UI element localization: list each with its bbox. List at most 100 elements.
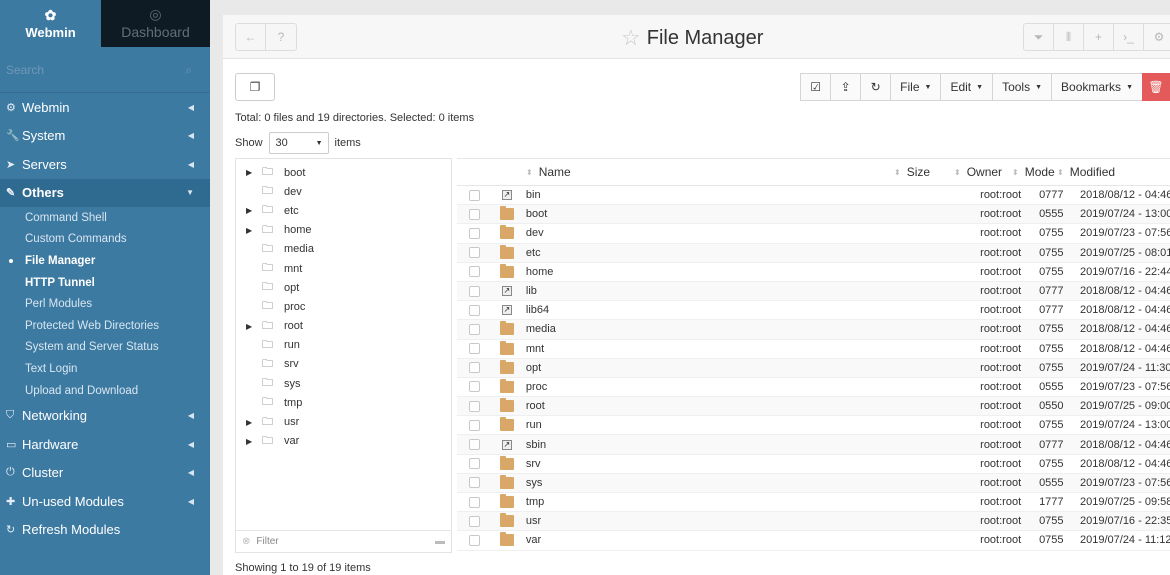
file-menu-button[interactable]: File ▼ — [890, 73, 941, 101]
tree-item[interactable]: 🗀 sys — [236, 374, 451, 393]
tree-item[interactable]: 🗀 mnt — [236, 259, 451, 278]
sidebar-subitem-protected-web-directories[interactable]: Protected Web Directories — [0, 315, 210, 337]
sidebar-subitem-upload-and-download[interactable]: Upload and Download — [0, 380, 210, 402]
tree-item[interactable]: 🗀 media — [236, 240, 451, 259]
row-checkbox[interactable] — [468, 323, 480, 335]
tree-item[interactable]: ▶ 🗀 var — [236, 432, 451, 451]
row-checkbox[interactable] — [468, 208, 480, 220]
filter-button[interactable]: ⏷ — [1024, 24, 1054, 50]
tree-item[interactable]: ▶ 🗀 usr — [236, 412, 451, 431]
table-row[interactable]: var root:root 0755 2019/07/24 - 11:12:58 — [457, 531, 1170, 551]
table-row[interactable]: ↗ lib64 root:root 0777 2018/08/12 - 04:46:14 — [457, 301, 1170, 321]
tree-filter[interactable]: ⊗ Filter ▬ — [236, 530, 451, 552]
row-name[interactable]: bin — [522, 189, 910, 201]
row-name[interactable]: sys — [522, 477, 910, 489]
row-name[interactable]: run — [522, 419, 910, 431]
row-name[interactable]: var — [522, 534, 910, 546]
sidebar-subitem-http-tunnel[interactable]: HTTP Tunnel — [0, 272, 210, 294]
row-checkbox[interactable] — [468, 534, 480, 546]
row-name[interactable]: proc — [522, 381, 910, 393]
tree-item[interactable]: ▶ 🗀 boot — [236, 163, 451, 182]
table-row[interactable]: home root:root 0755 2019/07/16 - 22:44:13 — [457, 263, 1170, 282]
delete-button[interactable]: 🗑 — [1142, 73, 1170, 101]
table-row[interactable]: ↗ bin root:root 0777 2018/08/12 - 04:46:14 — [457, 186, 1170, 206]
tree-item[interactable]: ▶ 🗀 home — [236, 221, 451, 240]
sidebar-item-system[interactable]: 🔧 System ◀ — [0, 122, 210, 151]
sidebar-subitem-custom-commands[interactable]: Custom Commands — [0, 229, 210, 251]
column-modified[interactable]: ⬍ Modified — [1057, 165, 1115, 179]
row-name[interactable]: lib64 — [522, 304, 910, 316]
sidebar-subitem-perl-modules[interactable]: Perl Modules — [0, 293, 210, 315]
row-checkbox[interactable] — [468, 189, 480, 201]
sidebar-item-others[interactable]: ✎ Others ▼ — [0, 178, 210, 207]
caret-right-icon[interactable]: ▶ — [246, 226, 262, 235]
sidebar-item-cluster[interactable]: ⏻ Cluster ◀ — [0, 458, 210, 487]
table-row[interactable]: etc root:root 0755 2019/07/25 - 08:01:50 — [457, 243, 1170, 263]
caret-right-icon[interactable]: ▶ — [246, 168, 262, 177]
row-name[interactable]: boot — [522, 208, 910, 220]
sidebar-item-webmin[interactable]: ⚙ Webmin ◀ — [0, 93, 210, 122]
table-row[interactable]: mnt root:root 0755 2018/08/12 - 04:46:14 — [457, 340, 1170, 359]
caret-right-icon[interactable]: ▶ — [246, 322, 262, 331]
back-button[interactable]: ← — [236, 24, 266, 50]
row-name[interactable]: tmp — [522, 496, 910, 508]
row-name[interactable]: lib — [522, 285, 910, 297]
sidebar-subitem-file-manager[interactable]: File Manager — [0, 250, 210, 272]
table-row[interactable]: media root:root 0755 2018/08/12 - 04:46:14 — [457, 320, 1170, 340]
column-mode[interactable]: ⬍ Mode — [1012, 165, 1055, 179]
row-name[interactable]: etc — [522, 247, 910, 259]
row-name[interactable]: media — [522, 323, 910, 335]
row-checkbox[interactable] — [468, 477, 480, 489]
row-checkbox[interactable] — [468, 400, 480, 412]
table-row[interactable]: ↗ lib root:root 0777 2018/08/12 - 04:46:14 — [457, 281, 1170, 302]
tab-webmin[interactable]: ✿ Webmin — [0, 0, 101, 47]
caret-right-icon[interactable]: ▶ — [246, 437, 262, 446]
table-row[interactable]: usr root:root 0755 2019/07/16 - 22:35:39 — [457, 512, 1170, 532]
sidebar-item-un-used-modules[interactable]: ✚ Un-used Modules ◀ — [0, 487, 210, 516]
row-name[interactable]: mnt — [522, 343, 910, 355]
row-checkbox[interactable] — [468, 458, 480, 470]
help-button[interactable]: ? — [266, 24, 296, 50]
sidebar-subitem-text-login[interactable]: Text Login — [0, 358, 210, 380]
row-checkbox[interactable] — [468, 343, 480, 355]
row-checkbox[interactable] — [468, 419, 480, 431]
sidebar-subitem-command-shell[interactable]: Command Shell — [0, 207, 210, 229]
tree-item[interactable]: 🗀 run — [236, 336, 451, 355]
clear-icon[interactable]: ⊗ — [242, 536, 250, 547]
row-name[interactable]: opt — [522, 362, 910, 374]
table-row[interactable]: sys root:root 0555 2019/07/23 - 07:56:49 — [457, 473, 1170, 493]
row-checkbox[interactable] — [468, 266, 480, 278]
page-size-select[interactable]: 30 ▼ — [268, 132, 329, 154]
table-row[interactable]: tmp root:root 1777 2019/07/25 - 09:58:02 — [457, 493, 1170, 513]
sidebar-item-hardware[interactable]: ▭ Hardware ◀ — [0, 430, 210, 459]
tree-item[interactable]: 🗀 proc — [236, 297, 451, 316]
row-name[interactable]: dev — [522, 227, 910, 239]
tools-menu-button[interactable]: Tools ▼ — [992, 73, 1052, 101]
bookmarks-menu-button[interactable]: Bookmarks ▼ — [1051, 73, 1142, 101]
edit-menu-button[interactable]: Edit ▼ — [940, 73, 993, 101]
tab-dashboard[interactable]: ◎ Dashboard — [101, 0, 210, 47]
column-owner[interactable]: ⬍ Owner — [954, 165, 1002, 179]
table-row[interactable]: dev root:root 0755 2019/07/23 - 07:56:54 — [457, 224, 1170, 244]
add-button[interactable]: + — [1084, 24, 1114, 50]
table-row[interactable]: srv root:root 0755 2018/08/12 - 04:46:14 — [457, 455, 1170, 474]
table-row[interactable]: opt root:root 0755 2019/07/24 - 11:30:14 — [457, 358, 1170, 378]
caret-right-icon[interactable]: ▶ — [246, 206, 262, 215]
table-row[interactable]: ↗ sbin root:root 0777 2018/08/12 - 04:46:14 — [457, 435, 1170, 455]
tree-item[interactable]: ▶ 🗀 etc — [236, 201, 451, 220]
sidebar-item-servers[interactable]: ➤ Servers ◀ — [0, 150, 210, 179]
terminal-button[interactable]: ›_ — [1114, 24, 1144, 50]
row-checkbox[interactable] — [468, 227, 480, 239]
sidebar-item-refresh-modules[interactable]: ↻ Refresh Modules — [0, 515, 210, 544]
row-name[interactable]: sbin — [522, 439, 910, 451]
table-row[interactable]: proc root:root 0555 2019/07/23 - 07:56:54 — [457, 378, 1170, 398]
sidebar-search[interactable]: Search ⌕ — [0, 47, 210, 93]
search-input[interactable]: Search — [6, 63, 44, 77]
row-name[interactable]: srv — [522, 458, 910, 470]
table-row[interactable]: boot root:root 0555 2019/07/24 - 13:00:34 — [457, 205, 1170, 225]
row-checkbox[interactable] — [468, 362, 480, 374]
tree-item[interactable]: 🗀 opt — [236, 278, 451, 297]
caret-right-icon[interactable]: ▶ — [246, 418, 262, 427]
table-row[interactable]: root root:root 0550 2019/07/25 - 09:00:38 — [457, 397, 1170, 417]
sidebar-item-networking[interactable]: ⛉ Networking ◀ — [0, 401, 210, 430]
